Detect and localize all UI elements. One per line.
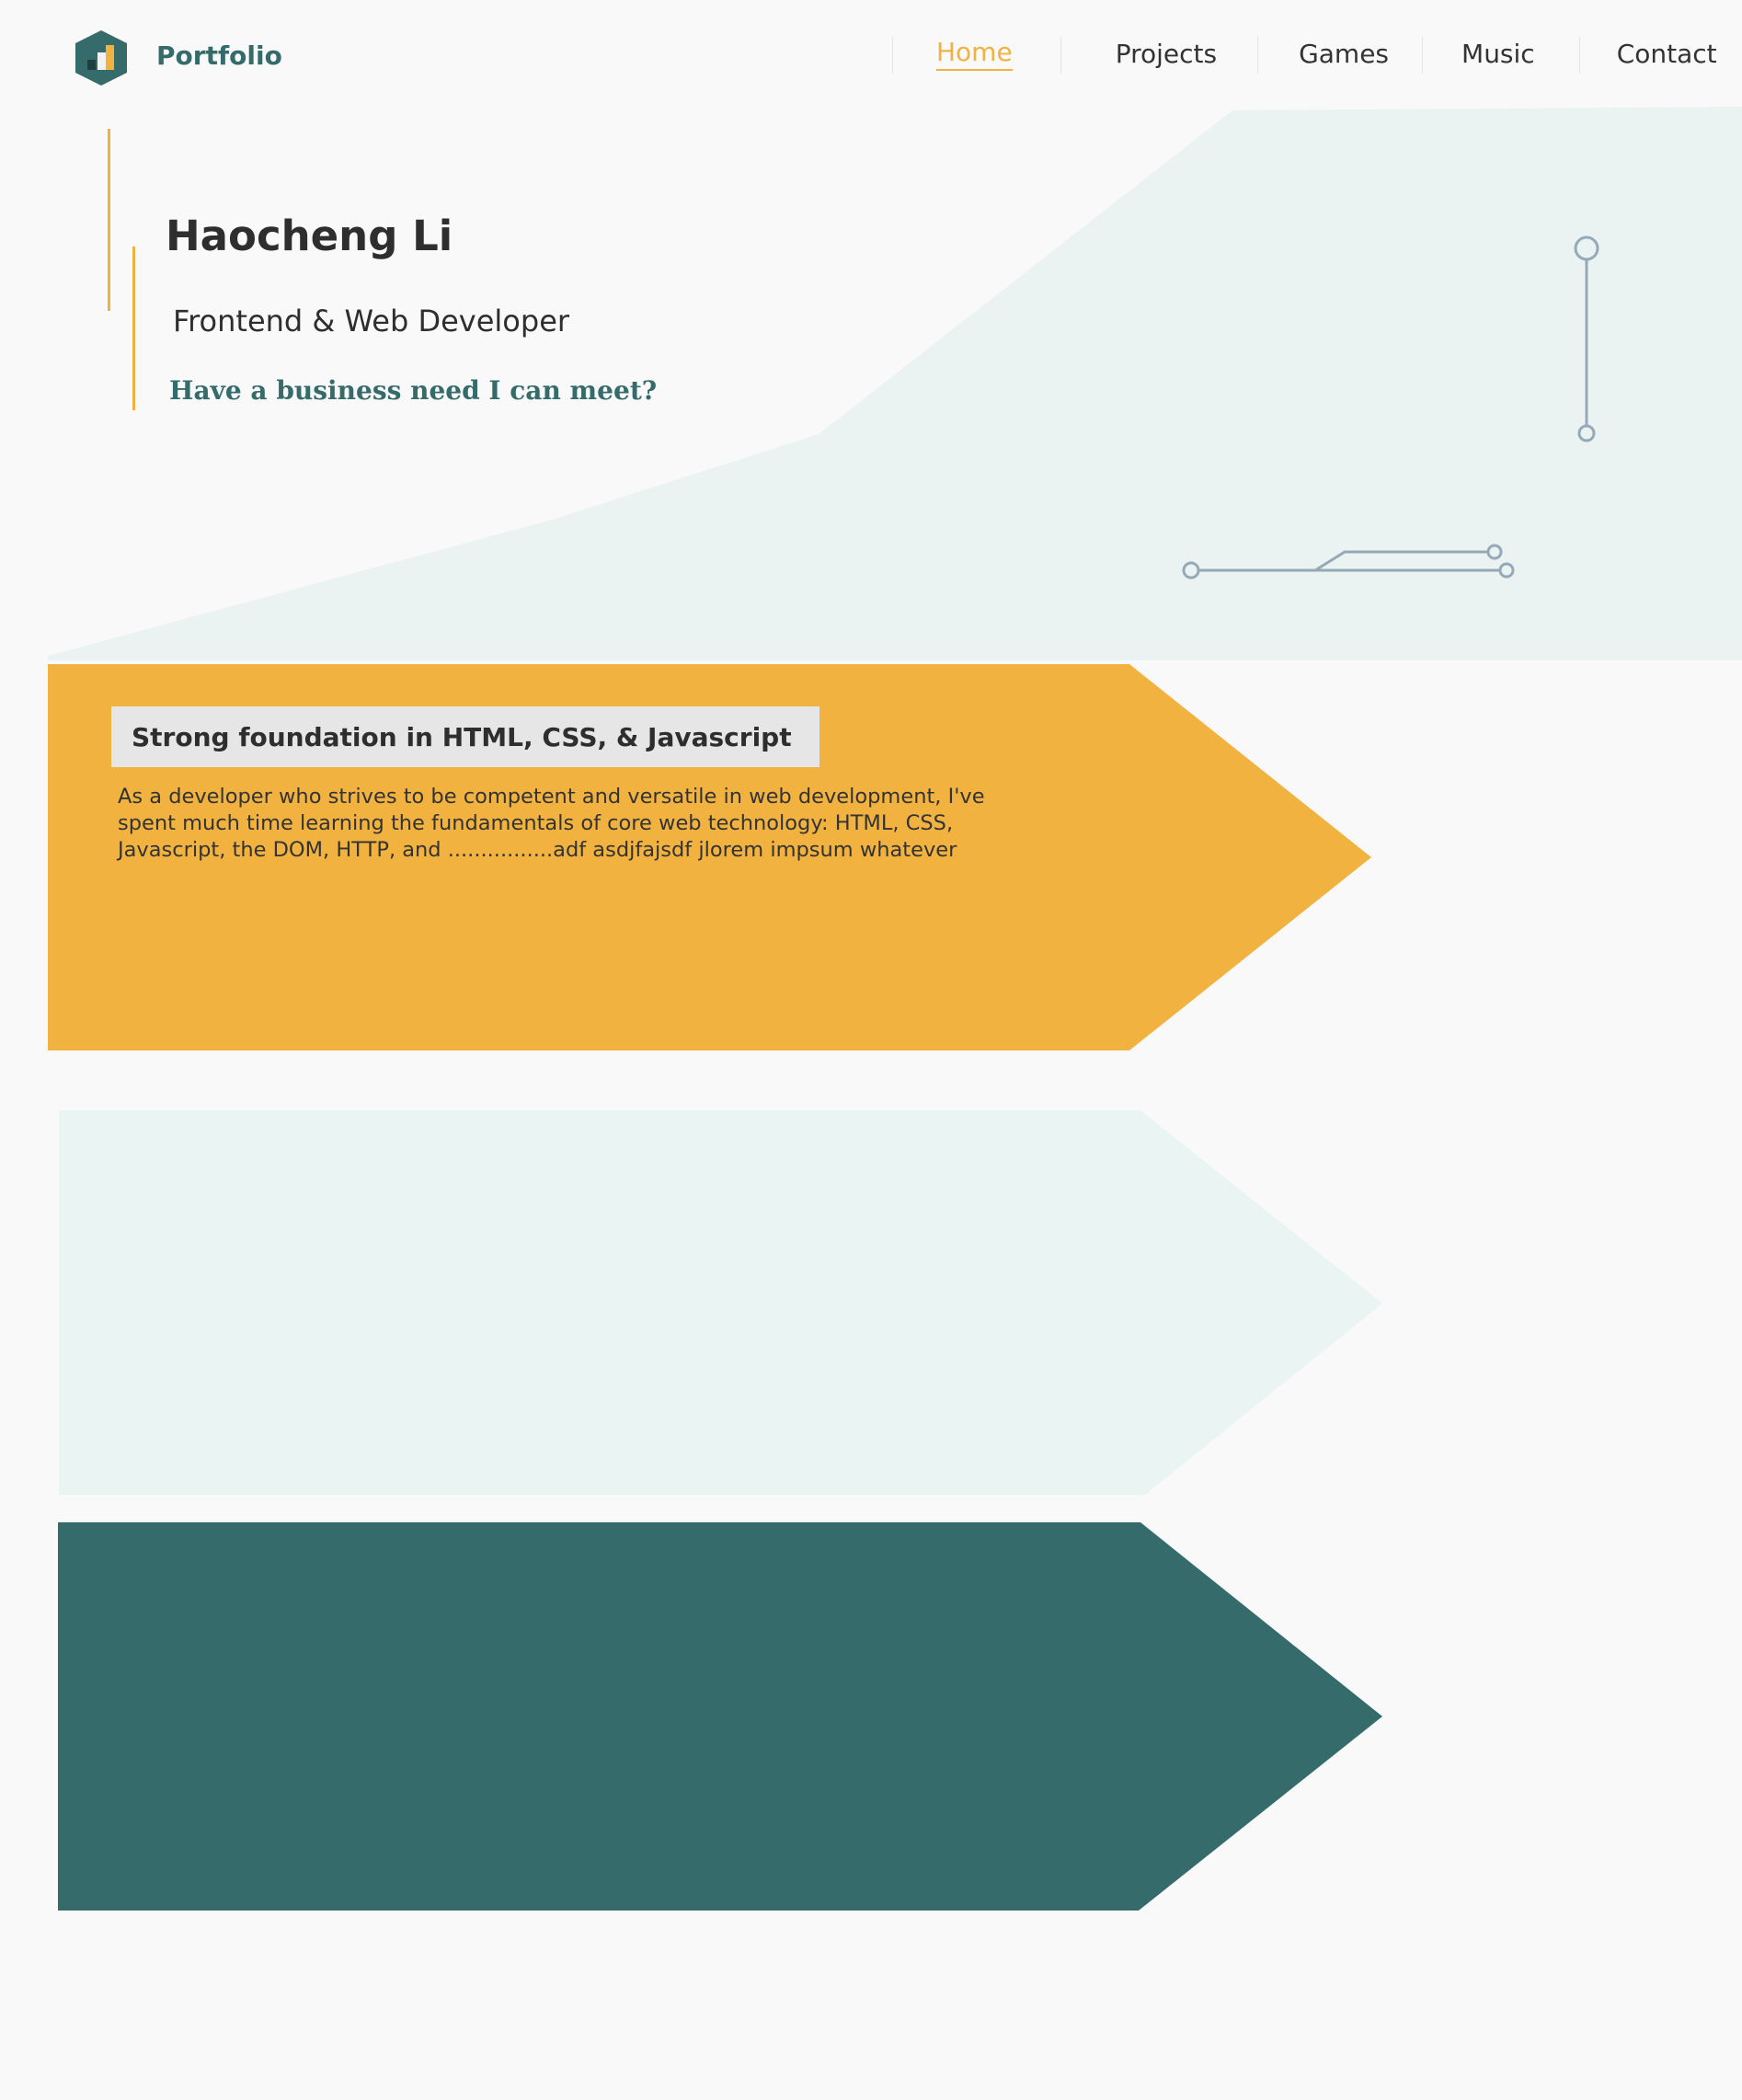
business-cta-link[interactable]: Have a business need I can meet? [169,375,657,406]
accent-bar [108,129,110,311]
nav-music[interactable]: Music [1422,28,1579,79]
brand-name[interactable]: Portfolio [156,40,282,71]
main-nav: Home Projects Games Music Contact [892,28,1717,79]
nav-contact[interactable]: Contact [1578,28,1717,79]
card-arrow-shape [59,1110,1382,1495]
card-description: As a developer who strives to be compete… [118,785,985,862]
hero-role: Frontend & Web Developer [173,304,570,339]
hexagon-bar-chart-icon [75,30,127,86]
card-arrow-shape [58,1522,1382,1911]
nav-projects[interactable]: Projects [1060,28,1257,79]
skill-card-2 [59,1110,1382,1495]
nav-home[interactable]: Home [892,28,1060,79]
nav-games[interactable]: Games [1257,28,1422,79]
logo-icon[interactable] [72,29,131,87]
accent-bar [132,247,135,410]
hero-name: Haocheng Li [166,212,453,260]
skill-card-3 [58,1522,1382,1911]
card-title: Strong foundation in HTML, CSS, & Javasc… [111,706,819,767]
